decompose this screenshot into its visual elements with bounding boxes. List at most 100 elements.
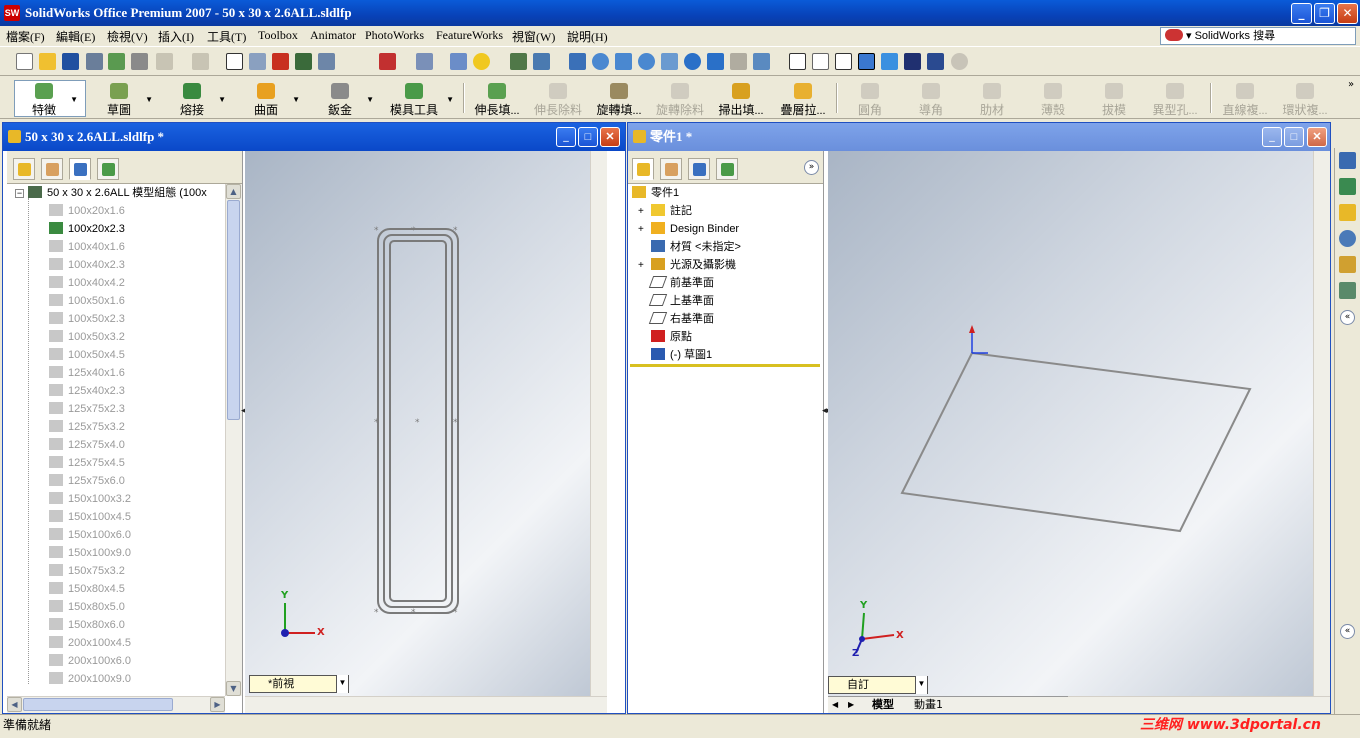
config-item[interactable]: 150x100x3.2 [49, 490, 131, 508]
rotate-view-icon[interactable] [684, 53, 701, 70]
zoom-area-icon[interactable] [615, 53, 632, 70]
grid-icon[interactable] [295, 53, 312, 70]
select-pick-icon[interactable] [249, 53, 266, 70]
feature-tree-item[interactable]: 上基準面 [638, 292, 714, 310]
zoom-to-fit-icon[interactable] [592, 53, 609, 70]
solidworks-search-box[interactable]: ▾ SolidWorks 搜尋 [1160, 27, 1356, 45]
select-icon[interactable] [226, 53, 243, 70]
tree-vertical-scrollbar[interactable]: ▲ ▼ [225, 184, 242, 696]
properties-icon[interactable] [450, 53, 467, 70]
window-layout-icon[interactable] [416, 53, 433, 70]
expand-icon[interactable]: + [638, 203, 647, 221]
right-view-horizontal-scrollbar[interactable] [1068, 696, 1330, 713]
command-manager-overflow-icon[interactable]: » [1348, 79, 1354, 90]
config-item[interactable]: 100x40x4.2 [49, 274, 125, 292]
config-root[interactable]: − 50 x 30 x 2.6ALL 模型組態 (100x [15, 184, 207, 202]
feature-tree-item[interactable]: + 光源及攝影機 [638, 256, 736, 274]
shaded-icon[interactable] [881, 53, 898, 70]
chevron-down-icon[interactable]: ▼ [218, 95, 226, 104]
tab-propertymanager[interactable] [660, 158, 682, 180]
config-item[interactable]: 125x75x3.2 [49, 418, 125, 436]
chevron-down-icon[interactable]: ▼ [70, 95, 78, 104]
scroll-thumb[interactable] [227, 200, 240, 420]
feature-tree-item[interactable]: 原點 [638, 328, 692, 346]
chevron-down-icon[interactable]: ▼ [145, 95, 153, 104]
chevron-down-icon[interactable]: ▼ [366, 95, 374, 104]
config-item[interactable]: 100x50x2.3 [49, 310, 125, 328]
scroll-up-button[interactable]: ▲ [226, 184, 241, 199]
menu-insert[interactable]: 插入(I) [158, 28, 194, 45]
undo-icon[interactable] [156, 53, 173, 70]
restore-button[interactable]: ❐ [1314, 3, 1335, 24]
collapse-task-pane-icon[interactable]: « [1340, 310, 1355, 325]
appearance-icon[interactable] [379, 53, 396, 70]
left-view-vertical-scrollbar[interactable] [590, 151, 607, 696]
scroll-left-button[interactable]: ◀ [7, 697, 22, 712]
feature-tree-item[interactable]: 零件1 [632, 184, 679, 202]
config-item[interactable]: 125x75x4.5 [49, 454, 125, 472]
swept-boss-button[interactable]: 掃出填... [714, 81, 768, 117]
zoom-in-out-icon[interactable] [638, 53, 655, 70]
doc-maximize-button[interactable]: □ [578, 127, 598, 147]
revolved-boss-button[interactable]: 旋轉填... [592, 81, 646, 117]
help-icon[interactable] [473, 53, 490, 70]
tree-horizontal-scrollbar[interactable]: ◀ ▶ [7, 696, 225, 713]
config-item[interactable]: 125x75x4.0 [49, 436, 125, 454]
command-group-features[interactable]: 特徵 ▼ [22, 81, 78, 117]
doc-close-button[interactable]: ✕ [1307, 127, 1327, 147]
command-group-sheet-metal[interactable]: 鈑金 ▼ [318, 81, 374, 117]
collapse-icon[interactable]: − [15, 189, 24, 198]
rebuild-icon[interactable] [510, 53, 527, 70]
config-item[interactable]: 125x75x2.3 [49, 400, 125, 418]
new-document-icon[interactable] [16, 53, 33, 70]
feature-tree-item[interactable]: + Design Binder [638, 220, 739, 238]
realview-icon[interactable] [951, 53, 968, 70]
tab-featuremanager[interactable] [632, 158, 654, 180]
config-item[interactable]: 150x100x9.0 [49, 544, 131, 562]
config-item[interactable]: 150x80x4.5 [49, 580, 125, 598]
make-assembly-icon[interactable] [108, 53, 125, 70]
pan-icon[interactable] [707, 53, 724, 70]
feature-tree-item[interactable]: + 註記 [638, 202, 692, 220]
config-item[interactable]: 150x100x4.5 [49, 508, 131, 526]
menu-help[interactable]: 說明(H) [567, 28, 608, 45]
config-item[interactable]: 125x40x1.6 [49, 364, 125, 382]
shaded-with-edges-icon[interactable] [858, 53, 875, 70]
doc-maximize-button[interactable]: □ [1284, 127, 1304, 147]
collapse-task-pane-icon[interactable]: « [1340, 624, 1355, 639]
hidden-lines-visible-icon[interactable] [812, 53, 829, 70]
config-item[interactable]: 150x80x5.0 [49, 598, 125, 616]
config-item[interactable]: 100x50x3.2 [49, 328, 125, 346]
config-item[interactable]: 100x20x1.6 [49, 202, 125, 220]
view-orientation-tab[interactable]: 自訂 ▼ [828, 676, 928, 694]
save-icon[interactable] [62, 53, 79, 70]
doc-minimize-button[interactable]: _ [556, 127, 576, 147]
doc-minimize-button[interactable]: _ [1262, 127, 1282, 147]
hidden-lines-removed-icon[interactable] [835, 53, 852, 70]
close-button[interactable]: ✕ [1337, 3, 1358, 24]
wireframe-icon[interactable] [789, 53, 806, 70]
chevron-down-icon[interactable]: ▼ [336, 675, 348, 693]
lofted-boss-button[interactable]: 疊層拉... [776, 81, 830, 117]
tab-animation[interactable]: 動畫1 [914, 697, 943, 713]
expand-panel-icon[interactable]: » [804, 160, 819, 175]
options-icon[interactable] [318, 53, 335, 70]
doc-close-button[interactable]: ✕ [600, 127, 620, 147]
shell-button[interactable]: 薄殼 [1033, 81, 1073, 117]
tab-dimxpertmanager[interactable] [97, 158, 119, 180]
3d-view-icon[interactable] [730, 53, 747, 70]
previous-view-icon[interactable] [569, 53, 586, 70]
tab-configurationmanager[interactable] [688, 158, 710, 180]
tab-propertymanager[interactable] [41, 158, 63, 180]
command-group-mold-tools[interactable]: 模具工具 ▼ [386, 81, 454, 117]
menu-animator[interactable]: Animator [310, 28, 356, 43]
home-icon[interactable] [1339, 152, 1356, 169]
command-group-sketch[interactable]: 草圖 ▼ [97, 81, 153, 117]
tab-configurationmanager[interactable] [69, 158, 91, 180]
scroll-right-button[interactable]: ▶ [210, 697, 225, 712]
config-item[interactable]: 200x100x6.0 [49, 652, 131, 670]
command-group-surfaces[interactable]: 曲面 ▼ [244, 81, 300, 117]
expand-icon[interactable]: + [638, 257, 647, 275]
hole-wizard-button[interactable]: 異型孔... [1148, 81, 1202, 117]
scroll-down-button[interactable]: ▼ [226, 681, 241, 696]
